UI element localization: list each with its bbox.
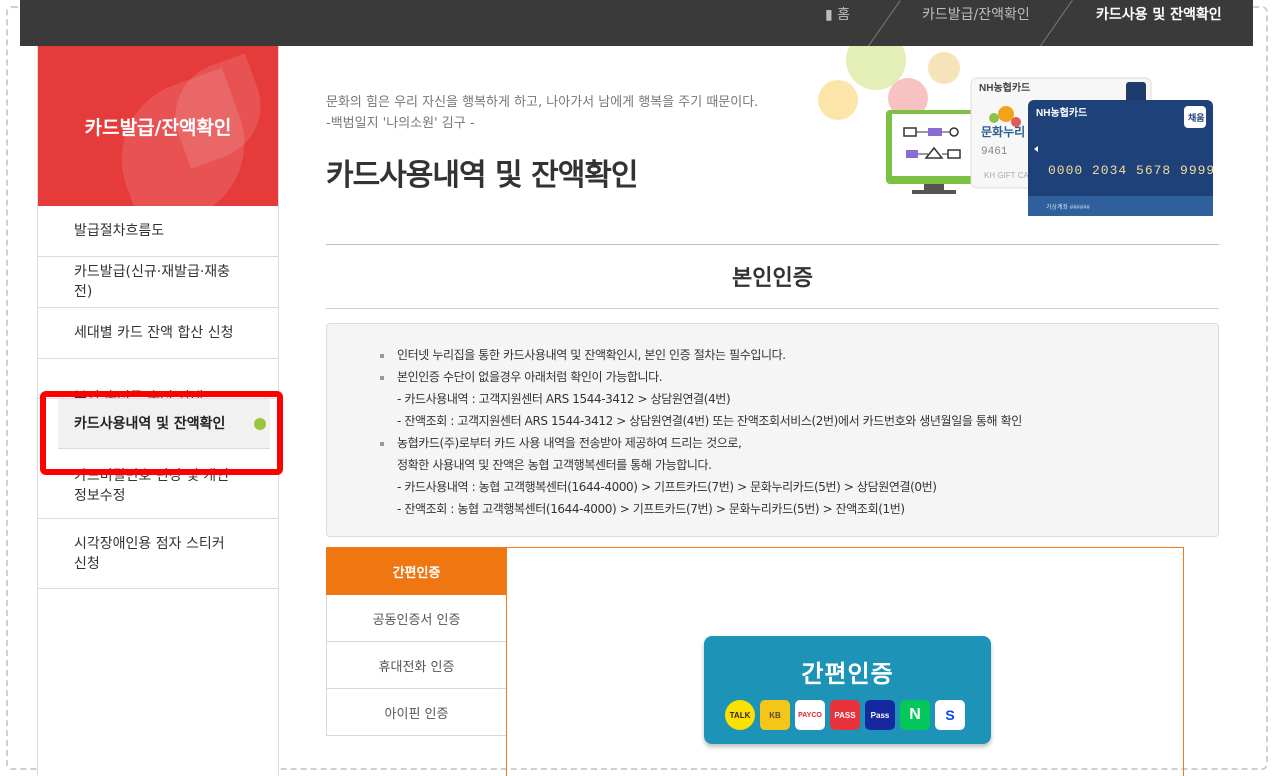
breadcrumb-current: 카드사용 및 잔액확인: [1096, 7, 1222, 23]
breadcrumb-home[interactable]: ▮ 홈: [825, 4, 850, 24]
payco-icon: PAYCO: [795, 700, 825, 730]
auth-box: 간편인증 공동인증서 인증 휴대전화 인증 아이핀 인증 간편인증 TALK K…: [326, 547, 1184, 776]
notice-line: 본인인증 수단이 없을경우 아래처럼 확인이 가능합니다.: [380, 366, 1218, 388]
kb-icon: KB: [760, 700, 790, 730]
sidebar-header: 카드발급/잔액확인: [38, 46, 278, 206]
svg-text:9461: 9461: [981, 146, 1008, 158]
sidebar-item-label: 카드발급(신규·재발급·재충전): [74, 264, 231, 300]
banner-art: NH농협카드 문화누리 9461 KH GIFT CA NH농협카드 채움 00…: [818, 30, 1215, 216]
divider: [326, 308, 1219, 309]
auth-panel: 간편인증 TALK KB PAYCO PASS Pass N S: [506, 547, 1184, 776]
notice-line: - 카드사용내역 : 농협 고객행복센터(1644-4000) > 기프트카드(…: [397, 480, 937, 494]
svg-text:NH농협카드: NH농협카드: [979, 81, 1030, 94]
kakao-talk-icon: TALK: [725, 700, 755, 730]
section-title: 본인인증: [732, 266, 813, 291]
notice-line: - 카드사용내역 : 고객지원센터 ARS 1544-3412 > 상담원연결(…: [397, 392, 731, 406]
breadcrumb-bar: ▮ 홈 카드발급/잔액확인 카드사용 및 잔액확인: [20, 0, 1253, 46]
notice-box: 인터넷 누리집을 통한 카드사용내역 및 잔액확인시, 본인 인증 절차는 필수…: [326, 323, 1219, 537]
breadcrumb-divider: [1037, 0, 1073, 46]
sidebar-item-braille-sticker[interactable]: 시각장애인용 점자 스티커 신청: [38, 519, 278, 589]
pass-samsung-icon: Pass: [865, 700, 895, 730]
quote-author: -백범일지 '나의소원' 김구 -: [326, 116, 475, 131]
sidebar-title: 카드발급/잔액확인: [84, 116, 232, 139]
naver-icon: N: [900, 700, 930, 730]
sidebar-item-issue-flow[interactable]: 발급절차흐름도: [38, 206, 278, 257]
svg-text:KH GIFT CA: KH GIFT CA: [984, 171, 1029, 180]
notice-line: 정확한 사용내역 및 잔액은 농협 고객행복센터를 통해 가능합니다.: [397, 458, 712, 472]
sidebar-item-household-balance[interactable]: 세대별 카드 잔액 합산 신청: [38, 308, 278, 359]
svg-text:문화누리: 문화누리: [981, 124, 1025, 139]
auth-tab-list: 간편인증 공동인증서 인증 휴대전화 인증 아이핀 인증: [326, 548, 507, 736]
sidebar-item-label: 발급절차흐름도: [74, 223, 165, 239]
sidebar-item-label: 세대별 카드 잔액 합산 신청: [74, 325, 234, 341]
notice-line: 인터넷 누리집을 통한 카드사용내역 및 잔액확인시, 본인 인증 절차는 필수…: [380, 344, 1218, 366]
simple-auth-title: 간편인증: [801, 660, 894, 688]
notice-line: 농협카드(주)로부터 카드 사용 내역을 전송받아 제공하여 드리는 것으로,: [380, 432, 1218, 454]
pass-skt-icon: PASS: [830, 700, 860, 730]
tab-mobile-auth[interactable]: 휴대전화 인증: [326, 642, 507, 689]
notice-line: - 잔액조회 : 고객지원센터 ARS 1544-3412 > 상담원연결(4번…: [397, 414, 1022, 428]
svg-text:가상계좌 ######: 가상계좌 ######: [1046, 203, 1090, 211]
tab-simple-auth[interactable]: 간편인증: [326, 548, 507, 595]
notice-line: - 잔액조회 : 농협 고객행복센터(1644-4000) > 기프트카드(7번…: [397, 502, 905, 516]
breadcrumb-home-label: 홈: [837, 7, 851, 23]
shinhan-icon: S: [935, 700, 965, 730]
breadcrumb-divider: [865, 0, 901, 46]
tab-ipin-auth[interactable]: 아이핀 인증: [326, 689, 507, 736]
quote-line: 문화의 힘은 우리 자신을 행복하게 하고, 나아가서 남에게 행복을 주기 때…: [326, 95, 759, 110]
sidebar-item-card-issue[interactable]: 카드발급(신규·재발급·재충전): [38, 257, 278, 308]
breadcrumb-middle[interactable]: 카드발급/잔액확인: [922, 4, 1030, 24]
banner-illustration: NH농협카드 문화누리 9461 KH GIFT CA NH농협카드 채움 00…: [816, 30, 1221, 226]
svg-text:NH농협카드: NH농협카드: [1036, 106, 1087, 119]
tab-certificate-auth[interactable]: 공동인증서 인증: [326, 595, 507, 642]
quote: 문화의 힘은 우리 자신을 행복하게 하고, 나아가서 남에게 행복을 주기 때…: [326, 92, 758, 134]
divider: [326, 244, 1219, 245]
page-title: 카드사용내역 및 잔액확인: [326, 158, 638, 193]
svg-text:채움: 채움: [1188, 112, 1205, 124]
svg-text:0000 2034 5678 9999: 0000 2034 5678 9999: [1048, 163, 1215, 178]
provider-list: TALK KB PAYCO PASS Pass N S: [725, 700, 965, 730]
sidebar-item-label: 시각장애인용 점자 스티커 신청: [74, 535, 225, 572]
simple-auth-button[interactable]: 간편인증 TALK KB PAYCO PASS Pass N S: [704, 636, 991, 744]
highlight-box: [40, 391, 283, 475]
